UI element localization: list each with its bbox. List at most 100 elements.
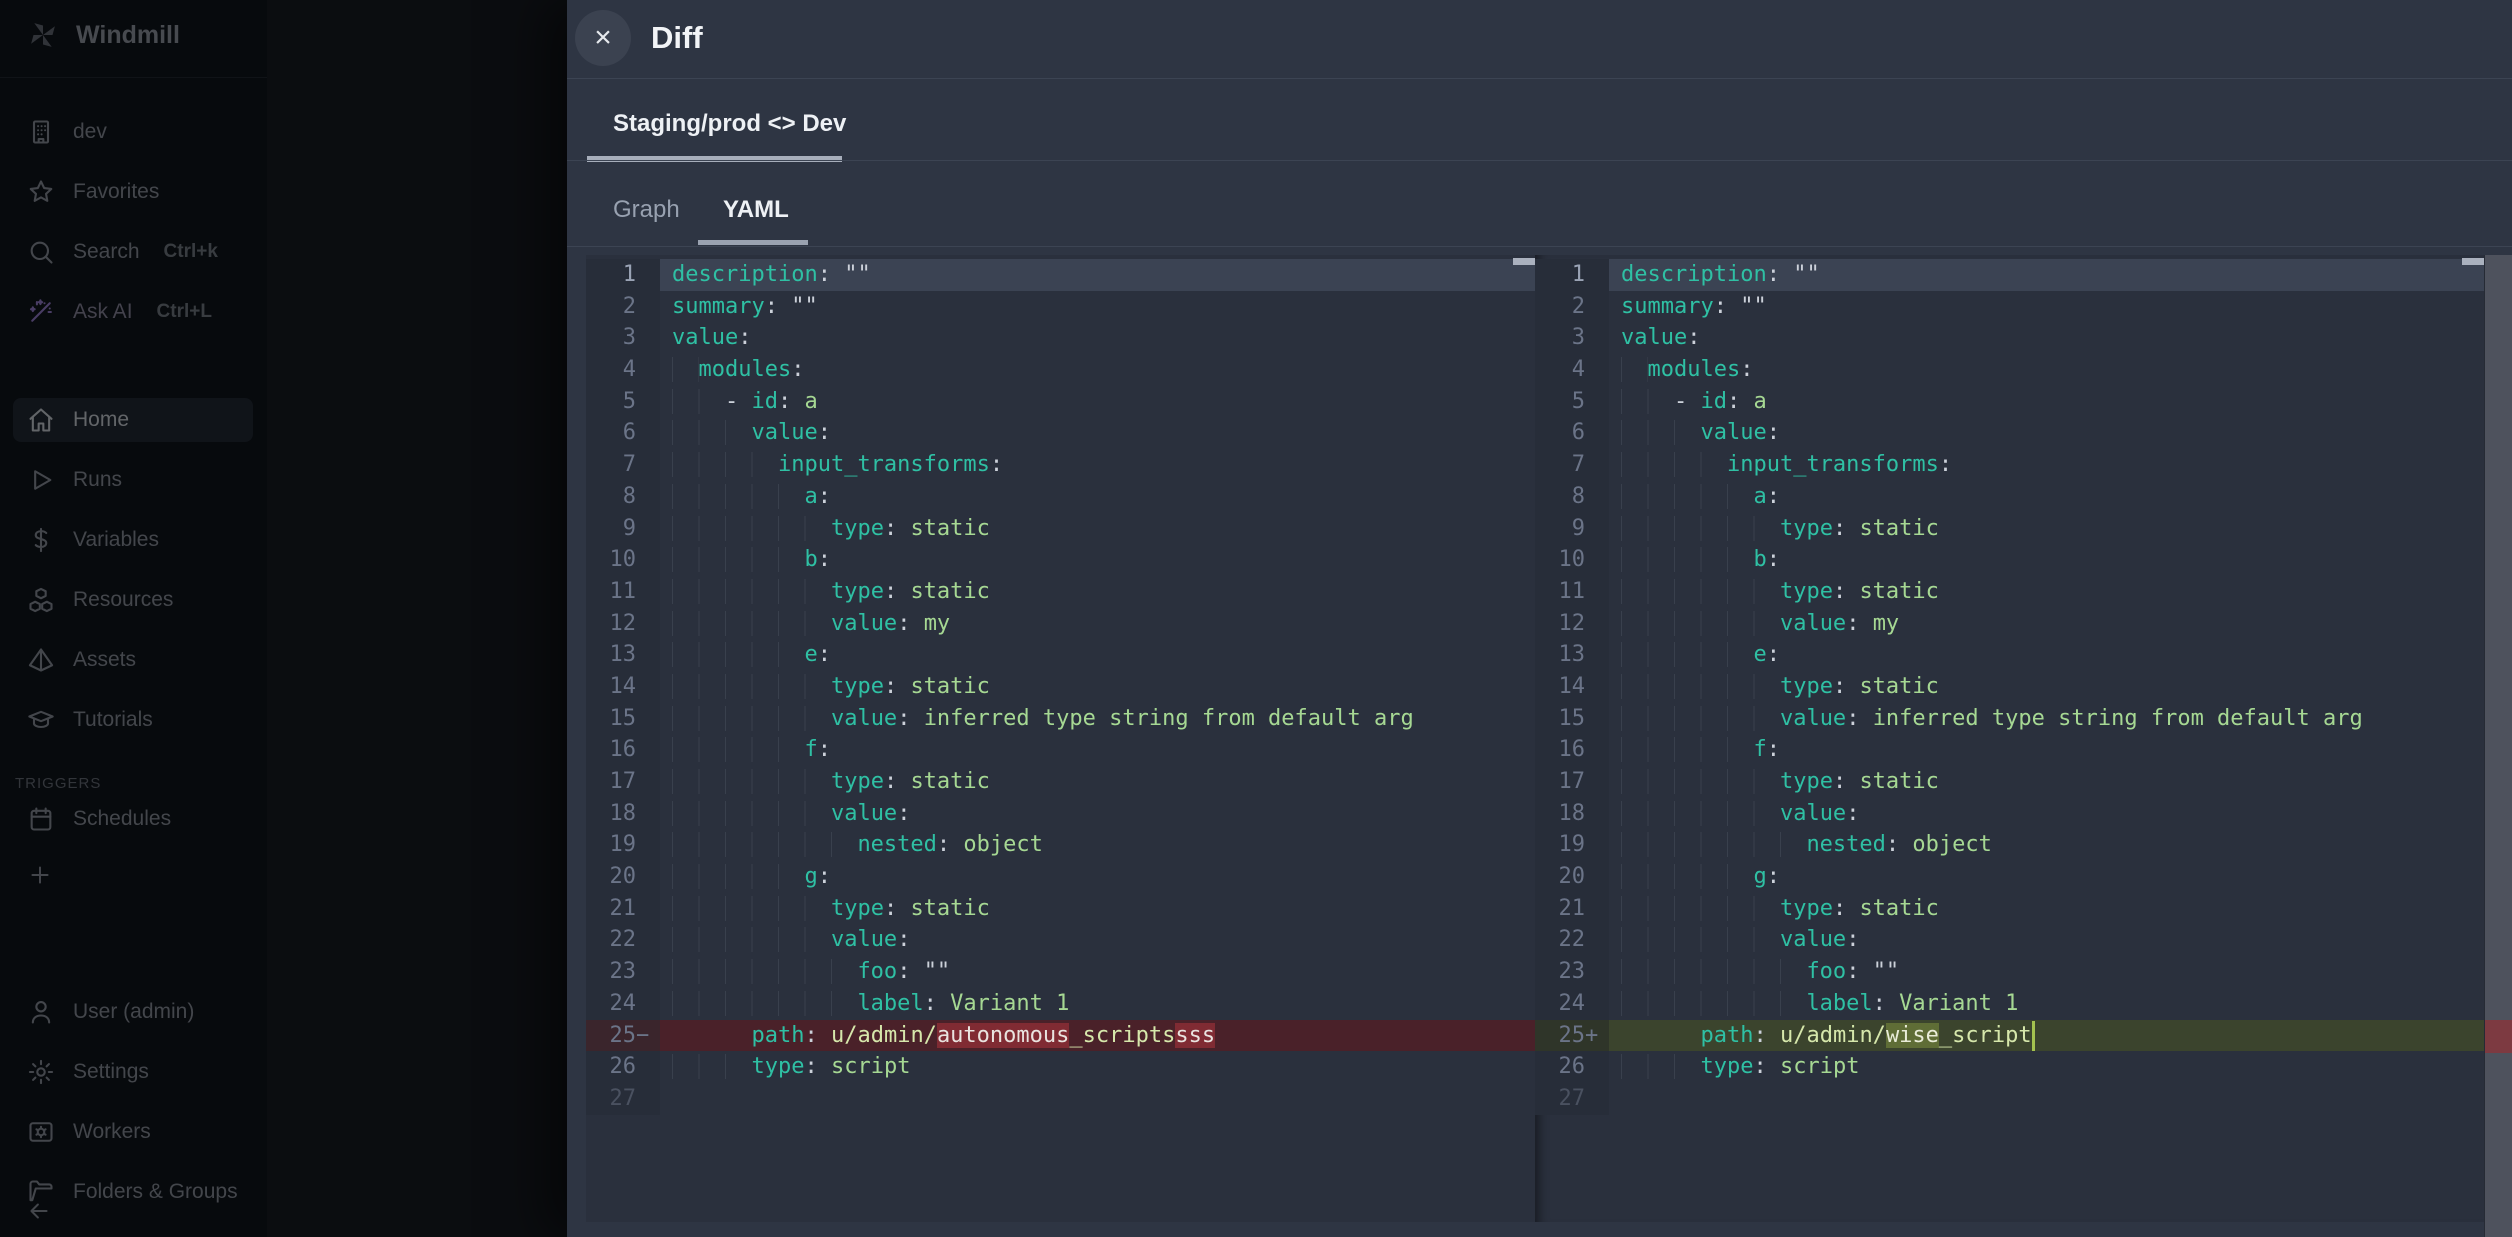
code-line[interactable]: 3value: [1535,322,2484,354]
diff-modified-panel[interactable]: 1description: ""2summary: ""3value:4 mod… [1535,255,2484,1222]
code-line[interactable]: 14 type: static [1535,671,2484,703]
code-line[interactable]: 10 b: [1535,544,2484,576]
code-line[interactable]: 27 [1535,1083,2484,1115]
code-line[interactable]: 6 value: [586,417,1535,449]
code-line[interactable]: 2summary: "" [586,291,1535,323]
code-line[interactable]: 11 type: static [1535,576,2484,608]
tab-graph[interactable]: Graph [613,196,680,224]
tab-yaml[interactable]: YAML [723,196,789,224]
diff-editor[interactable]: 1description: ""2summary: ""3value:4 mod… [586,255,2484,1222]
code-token: : [818,262,845,287]
code-line[interactable]: 18 value: [1535,798,2484,830]
code-line[interactable]: 20 g: [586,861,1535,893]
left-scrollbar-thumb[interactable] [1513,258,1535,265]
code-line[interactable]: 13 e: [586,639,1535,671]
code-line-content: e: [660,639,1535,671]
line-number: 23 [586,956,660,988]
code-line[interactable]: 12 value: my [1535,608,2484,640]
code-line[interactable]: 11 type: static [586,576,1535,608]
code-line[interactable]: 25+ path: u/admin/wise_script [1535,1020,2484,1052]
code-line[interactable]: 17 type: static [586,766,1535,798]
code-line[interactable]: 7 input_transforms: [1535,449,2484,481]
code-line[interactable]: 18 value: [586,798,1535,830]
diff-original-panel[interactable]: 1description: ""2summary: ""3value:4 mod… [586,255,1535,1222]
code-line[interactable]: 1description: "" [586,259,1535,291]
code-line[interactable]: 17 type: static [1535,766,2484,798]
code-line-content: type: static [660,766,1535,798]
code-line-content: type: script [660,1051,1535,1083]
code-line[interactable]: 23 foo: "" [1535,956,2484,988]
code-token: static [910,516,989,541]
code-line[interactable]: 14 type: static [586,671,1535,703]
code-line-content: f: [1609,734,2484,766]
code-line[interactable]: 16 f: [1535,734,2484,766]
code-line[interactable]: 16 f: [586,734,1535,766]
code-line[interactable]: 4 modules: [586,354,1535,386]
code-line[interactable]: 5 - id: a [1535,386,2484,418]
code-line-content: type: static [1609,576,2484,608]
line-number: 14 [1535,671,1609,703]
code-line[interactable]: 8 a: [586,481,1535,513]
code-line[interactable]: 27 [586,1083,1535,1115]
code-token: input_transforms [1727,452,1939,477]
code-token: nested [857,832,936,857]
code-line[interactable]: 19 nested: object [1535,829,2484,861]
line-number: 19 [1535,829,1609,861]
code-line[interactable]: 13 e: [1535,639,2484,671]
code-token: type [1780,674,1833,699]
code-line[interactable]: 7 input_transforms: [586,449,1535,481]
code-line[interactable]: 2summary: "" [1535,291,2484,323]
code-line[interactable]: 15 value: inferred type string from defa… [1535,703,2484,735]
code-token: : [1873,991,1900,1016]
code-line-content: type: static [1609,671,2484,703]
code-line-content: label: Variant 1 [660,988,1535,1020]
code-line[interactable]: 3value: [586,322,1535,354]
code-token: wise [1886,1023,1939,1048]
code-line-content: type: static [1609,766,2484,798]
code-line[interactable]: 5 - id: a [586,386,1535,418]
code-line[interactable]: 19 nested: object [586,829,1535,861]
code-token: type [831,579,884,604]
code-token: - [725,389,752,414]
code-token: type [1780,516,1833,541]
right-scrollbar-thumb[interactable] [2462,258,2484,265]
code-token: value [1700,420,1766,445]
code-line[interactable]: 21 type: static [586,893,1535,925]
code-line[interactable]: 8 a: [1535,481,2484,513]
code-line[interactable]: 23 foo: "" [586,956,1535,988]
code-line[interactable]: 22 value: [1535,924,2484,956]
code-line[interactable]: 24 label: Variant 1 [1535,988,2484,1020]
code-line[interactable]: 24 label: Variant 1 [586,988,1535,1020]
code-token: : [937,832,964,857]
code-token: g [804,864,817,889]
code-token: : [884,674,911,699]
code-line-content: value: inferred type string from default… [660,703,1535,735]
code-line[interactable]: 4 modules: [1535,354,2484,386]
modal-dim-overlay[interactable] [0,0,567,1237]
code-line[interactable]: 9 type: static [586,513,1535,545]
code-token: : [765,294,792,319]
code-line[interactable]: 22 value: [586,924,1535,956]
code-line[interactable]: 26 type: script [1535,1051,2484,1083]
close-drawer-button[interactable]: × [575,10,631,66]
code-line-content: value: [660,924,1535,956]
line-number: 26 [1535,1051,1609,1083]
code-line[interactable]: 9 type: static [1535,513,2484,545]
code-line[interactable]: 26 type: script [586,1051,1535,1083]
code-token: id [751,389,778,414]
code-line[interactable]: 6 value: [1535,417,2484,449]
code-line[interactable]: 25− path: u/admin/autonomous_scriptssss [586,1020,1535,1052]
code-line[interactable]: 12 value: my [586,608,1535,640]
code-line[interactable]: 20 g: [1535,861,2484,893]
code-line[interactable]: 1description: "" [1535,259,2484,291]
code-line[interactable]: 10 b: [586,544,1535,576]
tab-staging-prod-dev[interactable]: Staging/prod <> Dev [613,110,846,138]
code-token: type [831,769,884,794]
code-line[interactable]: 15 value: inferred type string from defa… [586,703,1535,735]
code-line[interactable]: 21 type: static [1535,893,2484,925]
code-token: e [804,642,817,667]
line-number: 6 [586,417,660,449]
drawer-scrollbar[interactable] [2484,255,2512,1237]
line-number: 10 [1535,544,1609,576]
line-number: 22 [1535,924,1609,956]
